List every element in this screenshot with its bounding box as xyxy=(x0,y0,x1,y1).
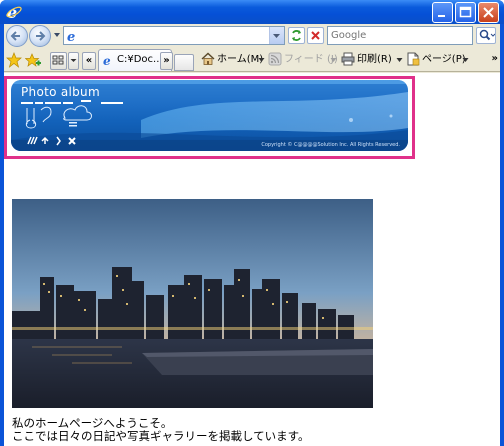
print-dropdown-icon[interactable] xyxy=(396,57,403,63)
feed-icon xyxy=(268,52,282,66)
page-icon xyxy=(407,52,420,66)
banner-title: Photo album xyxy=(21,85,100,99)
city-skyline-photo xyxy=(12,199,373,408)
browser-client: e Google « e C:¥Doc... » ホーム(M) フィード (J)… xyxy=(4,24,500,446)
printer-icon xyxy=(341,52,355,66)
photo-album-banner: Photo album Copyright © C@@@@Solution In… xyxy=(11,80,408,151)
tab-scroll-left[interactable]: « xyxy=(82,52,96,70)
page-menu-button[interactable]: ページ(P) xyxy=(406,52,466,68)
banner-toolbar-icons xyxy=(27,136,76,146)
tab-scroll-right[interactable]: » xyxy=(160,52,173,70)
page-content: Photo album Copyright © C@@@@Solution In… xyxy=(4,73,500,446)
title-bar[interactable]: e xyxy=(0,0,504,24)
feeds-dropdown-icon[interactable] xyxy=(330,57,337,63)
ie-logo-icon: e xyxy=(6,3,22,21)
print-button[interactable]: 印刷(R) xyxy=(341,52,392,68)
history-dropdown-icon[interactable] xyxy=(53,31,61,39)
quick-tabs-icon xyxy=(52,55,64,65)
svg-text:e: e xyxy=(103,54,111,67)
search-button[interactable] xyxy=(476,27,496,44)
home-button[interactable]: ホーム(M) xyxy=(201,52,263,68)
print-label: 印刷(R) xyxy=(357,54,392,65)
stop-button[interactable] xyxy=(307,27,324,44)
refresh-icon xyxy=(292,30,301,41)
back-button[interactable] xyxy=(6,25,28,47)
minimize-button[interactable] xyxy=(432,2,453,23)
address-field[interactable]: e xyxy=(63,26,285,45)
address-row: e xyxy=(4,24,500,48)
feeds-button[interactable]: フィード (J) xyxy=(268,52,338,68)
tab-title: C:¥Doc... xyxy=(117,54,163,65)
banner-nav-icons xyxy=(27,136,87,149)
home-label: ホーム(M) xyxy=(217,54,264,65)
stop-icon xyxy=(311,31,320,40)
add-favorite-icon[interactable] xyxy=(25,52,41,68)
tab-list-button[interactable] xyxy=(68,52,79,70)
page-dropdown-icon[interactable] xyxy=(462,57,469,63)
maximize-button[interactable] xyxy=(455,2,476,23)
refresh-button[interactable] xyxy=(288,27,305,44)
address-dropdown-button[interactable] xyxy=(269,27,284,44)
search-field[interactable] xyxy=(327,26,473,45)
svg-text:e: e xyxy=(67,30,75,43)
tab-strip: « e C:¥Doc... × » xyxy=(44,49,196,71)
toolbar-overflow-button[interactable]: » xyxy=(492,53,498,64)
back-arrow-icon xyxy=(10,31,20,41)
quick-tabs-button[interactable] xyxy=(50,52,67,70)
home-dropdown-icon[interactable] xyxy=(258,57,265,63)
new-tab-button[interactable] xyxy=(174,54,194,71)
search-input[interactable] xyxy=(331,28,469,43)
favorites-star-icon[interactable] xyxy=(6,52,22,68)
welcome-line-2: ここでは日々の日記や写真ギャラリーを掲載しています。 xyxy=(12,429,310,443)
banner-copyright: Copyright © C@@@@Solution Inc. All Right… xyxy=(261,142,400,148)
close-button[interactable] xyxy=(478,2,499,23)
page-icon: e xyxy=(67,30,75,43)
address-input[interactable] xyxy=(84,28,264,43)
forward-button[interactable] xyxy=(29,25,51,47)
browser-window: e e Google « e C:¥Doc... » ホーム(M) フィード (… xyxy=(0,0,504,446)
forward-arrow-icon xyxy=(36,31,46,41)
home-icon xyxy=(201,52,215,65)
welcome-text: 私のホームページへようこそ。 ここでは日々の日記や写真ギャラリーを掲載しています… xyxy=(12,417,310,443)
page-menu-label: ページ(P) xyxy=(422,54,466,65)
search-icon xyxy=(479,29,496,41)
tab-page-icon: e xyxy=(103,54,111,67)
command-bar: « e C:¥Doc... × » ホーム(M) フィード (J) 印刷(R) xyxy=(4,48,500,72)
